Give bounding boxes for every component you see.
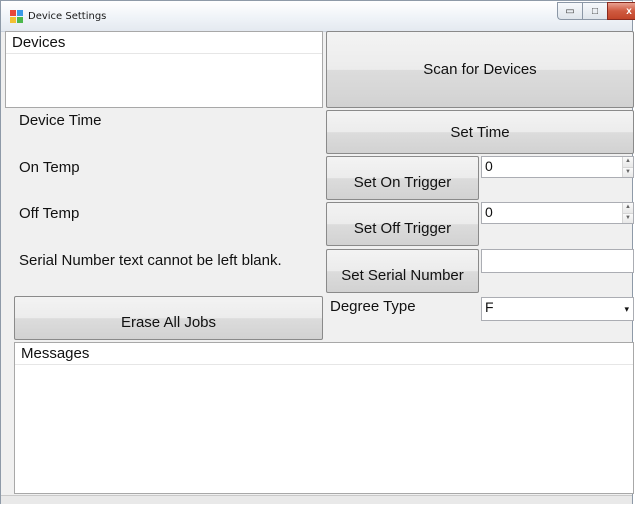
- off-temp-spinner[interactable]: ▲ ▼: [622, 203, 633, 223]
- off-temp-stepper[interactable]: 0 ▲ ▼: [481, 202, 634, 224]
- off-temp-label: Off Temp: [19, 205, 80, 222]
- devices-list[interactable]: Devices: [5, 31, 323, 108]
- devices-list-header: Devices: [6, 32, 322, 54]
- spin-down-icon[interactable]: ▼: [622, 167, 633, 177]
- scan-for-devices-button[interactable]: Scan for Devices: [326, 31, 634, 108]
- serial-warning-label: Serial Number text cannot be left blank.: [19, 252, 282, 269]
- title-bar[interactable]: Device Settings ▭ □ x: [1, 1, 635, 32]
- set-off-trigger-button[interactable]: Set Off Trigger: [326, 202, 479, 246]
- device-settings-window: Device Settings ▭ □ x Devices Scan for D…: [0, 0, 635, 504]
- window-controls: ▭ □ x: [557, 2, 635, 20]
- degree-type-value: F: [485, 299, 494, 315]
- minimize-button[interactable]: ▭: [557, 2, 582, 20]
- degree-type-select[interactable]: F ▾: [481, 297, 634, 321]
- window-title: Device Settings: [28, 11, 107, 22]
- serial-number-input[interactable]: [481, 249, 634, 273]
- spin-up-icon[interactable]: ▲: [622, 203, 633, 214]
- set-off-trigger-label: Set Off Trigger: [353, 220, 452, 237]
- set-on-trigger-button[interactable]: Set On Trigger: [326, 156, 479, 200]
- spin-up-icon[interactable]: ▲: [622, 157, 633, 168]
- spin-down-icon[interactable]: ▼: [622, 213, 633, 223]
- device-time-label: Device Time: [19, 112, 102, 129]
- app-window-icon: [10, 10, 23, 23]
- set-serial-number-label: Set Serial Number: [341, 267, 464, 284]
- close-button[interactable]: x: [607, 2, 635, 20]
- erase-all-jobs-button[interactable]: Erase All Jobs: [14, 296, 323, 340]
- on-temp-spinner[interactable]: ▲ ▼: [622, 157, 633, 177]
- on-temp-value: 0: [485, 158, 493, 174]
- degree-type-label: Degree Type: [330, 298, 416, 315]
- minimize-icon: ▭: [565, 5, 575, 17]
- chevron-down-icon[interactable]: ▾: [624, 304, 629, 315]
- messages-list[interactable]: Messages: [14, 342, 634, 494]
- on-temp-label: On Temp: [19, 159, 80, 176]
- set-serial-number-button[interactable]: Set Serial Number: [326, 249, 479, 293]
- messages-list-header: Messages: [15, 343, 633, 365]
- scan-for-devices-label: Scan for Devices: [423, 61, 537, 78]
- off-temp-value: 0: [485, 204, 493, 220]
- status-bar: [1, 495, 632, 504]
- set-time-label: Set Time: [450, 123, 510, 141]
- close-icon: x: [626, 5, 632, 17]
- erase-all-jobs-label: Erase All Jobs: [120, 314, 217, 331]
- set-on-trigger-label: Set On Trigger: [353, 174, 452, 191]
- maximize-button[interactable]: □: [582, 2, 607, 20]
- set-time-button[interactable]: Set Time: [326, 110, 634, 154]
- maximize-icon: □: [591, 5, 599, 17]
- on-temp-stepper[interactable]: 0 ▲ ▼: [481, 156, 634, 178]
